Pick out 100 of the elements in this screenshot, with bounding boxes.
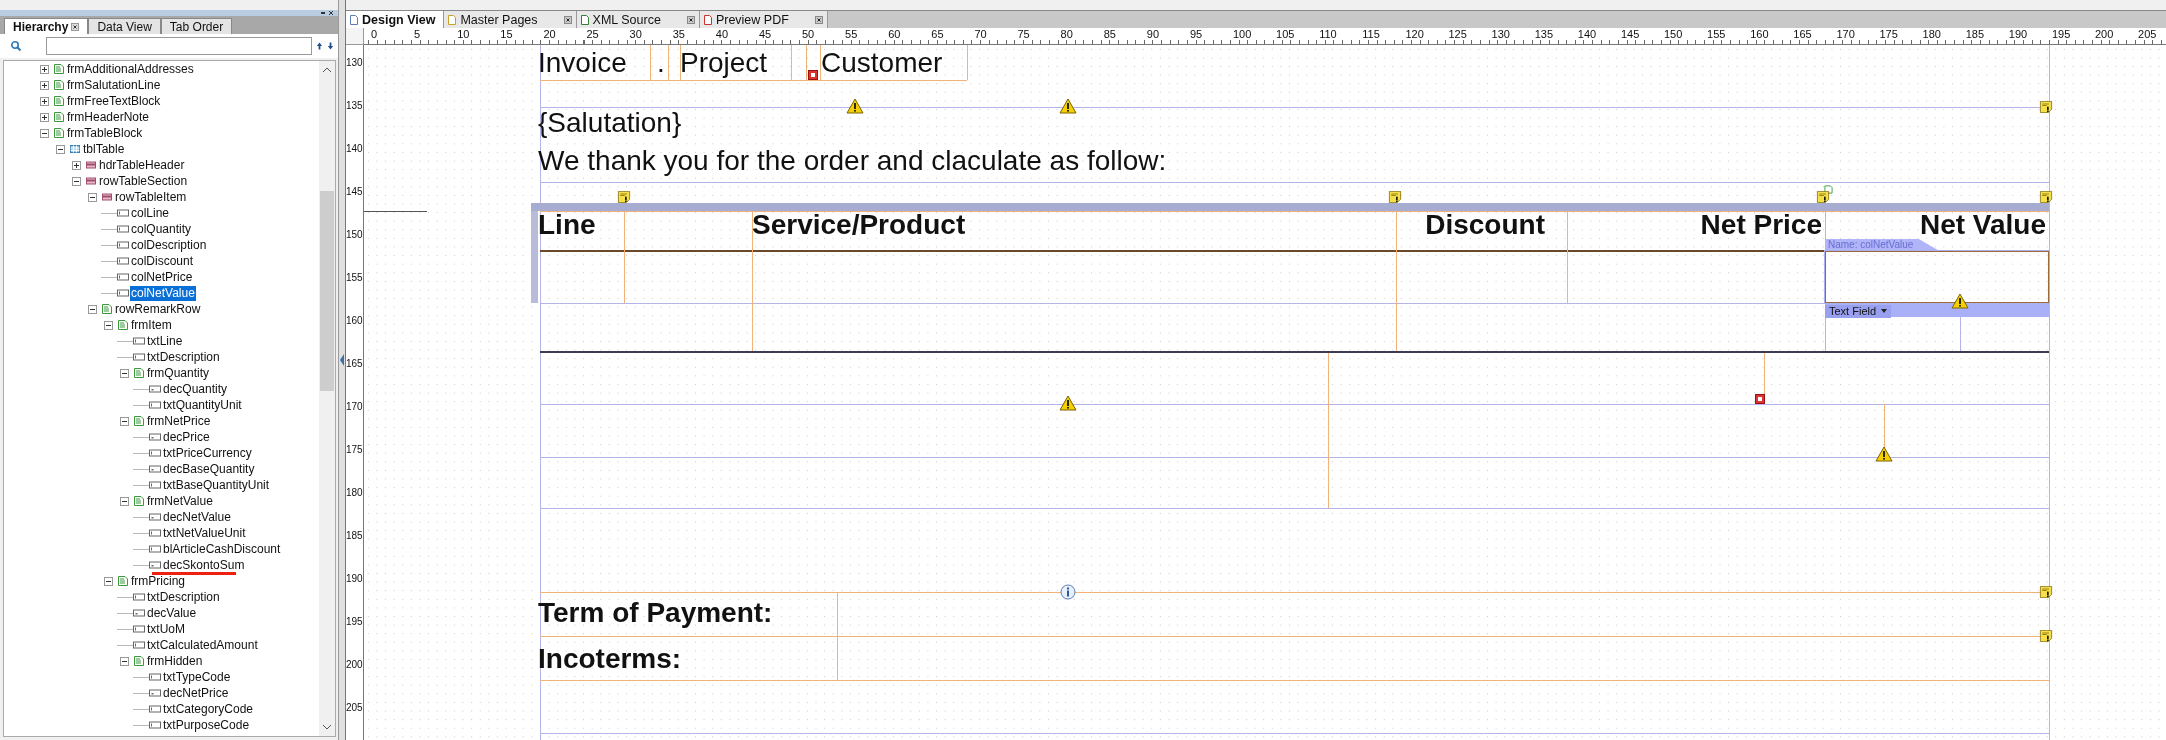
expand-toggle[interactable] (40, 96, 49, 106)
column-header[interactable]: Line (538, 212, 624, 238)
column-header[interactable]: Net Price (1567, 212, 1822, 238)
scroll-up-icon[interactable] (322, 67, 332, 73)
tree-item[interactable]: frmFreeTextBlock (66, 93, 162, 109)
tree-item[interactable]: txtUoM (146, 621, 186, 637)
tree-item[interactable]: decNetValue (162, 509, 232, 525)
column-header[interactable]: Service/Product (752, 212, 1352, 238)
expand-toggle[interactable] (120, 416, 129, 426)
search-field[interactable] (46, 37, 312, 55)
tree-item[interactable]: frmHeaderNote (66, 109, 151, 125)
expand-toggle[interactable] (40, 112, 49, 122)
expand-toggle[interactable] (120, 656, 129, 666)
tree-item[interactable]: hdrTableHeader (98, 157, 186, 173)
expand-toggle[interactable] (72, 176, 81, 186)
expand-toggle[interactable] (120, 496, 129, 506)
tree-item[interactable]: tblTable (82, 141, 126, 157)
label-text[interactable]: Term of Payment: (538, 596, 773, 630)
tree-item[interactable]: colQuantity (130, 221, 193, 237)
expand-toggle[interactable] (104, 576, 113, 586)
note-warning-icon[interactable] (617, 191, 631, 203)
editor-tab[interactable]: XML Source (576, 11, 700, 28)
editor-tab[interactable]: Design View (346, 11, 445, 28)
expand-toggle[interactable] (56, 144, 65, 154)
field-type-bar[interactable]: Text Field (1825, 304, 2049, 317)
text-field[interactable]: Invoice (538, 46, 627, 79)
tree-item[interactable]: frmNetPrice (146, 413, 212, 429)
expand-toggle[interactable] (88, 304, 97, 314)
close-icon[interactable] (686, 15, 695, 24)
info-icon[interactable] (1060, 584, 1076, 600)
text-field[interactable]: Project (680, 46, 768, 79)
tree-item[interactable]: decPrice (162, 429, 211, 445)
field-type-dropdown[interactable]: Text Field (1825, 304, 1892, 318)
tree-item[interactable]: txtDescription (146, 589, 221, 605)
tree-item[interactable]: txtNetValueUnit (162, 525, 247, 541)
intro-text[interactable]: We thank you for the order and claculate as follow: (538, 145, 1167, 177)
tree-item[interactable]: txtLine (146, 333, 184, 349)
tree-item[interactable]: rowTableSection (98, 173, 189, 189)
tree-item[interactable]: frmPricing (130, 573, 186, 589)
tree-item[interactable]: frmAdditionalAddresses (66, 61, 195, 77)
panel-tab[interactable]: Hierarchy (4, 18, 89, 34)
tree-item[interactable]: frmQuantity (146, 365, 210, 381)
tree-item[interactable]: decValue (146, 605, 198, 621)
scroll-thumb[interactable] (320, 191, 334, 391)
text-field[interactable]: . (657, 46, 665, 79)
column-header[interactable]: Discount (1396, 212, 1545, 238)
column-header[interactable]: Net Value (1825, 212, 2046, 238)
panel-tab[interactable]: Tab Order (160, 18, 233, 34)
tree-item[interactable]: txtPriceCurrency (162, 445, 253, 461)
error-marker-icon[interactable] (1755, 394, 1765, 404)
up-arrow-icon[interactable] (316, 41, 323, 51)
close-icon[interactable] (563, 15, 572, 24)
warning-icon[interactable] (1875, 446, 1893, 462)
warning-icon[interactable] (1059, 98, 1077, 114)
close-icon[interactable] (814, 15, 823, 24)
note-warning-icon[interactable] (2039, 586, 2053, 598)
scrollbar[interactable] (319, 61, 335, 736)
expand-toggle[interactable] (40, 64, 49, 74)
down-arrow-icon[interactable] (327, 41, 334, 51)
tree-item[interactable]: colDescription (130, 237, 208, 253)
expand-toggle[interactable] (88, 192, 97, 202)
panel-tab[interactable]: Data View (88, 18, 161, 34)
error-marker-icon[interactable] (808, 70, 818, 80)
tree-item[interactable]: rowTableItem (114, 189, 188, 205)
tree-item[interactable]: decBaseQuantity (162, 461, 256, 477)
tree-item[interactable]: txtCalculatedAmount (146, 637, 259, 653)
tree-item[interactable]: frmHidden (146, 653, 204, 669)
tree-item[interactable]: colLine (130, 205, 171, 221)
tree-item[interactable]: txtPurposeCode (162, 717, 251, 733)
row-handle[interactable] (531, 211, 538, 303)
tree-item[interactable]: frmTableBlock (66, 125, 144, 141)
close-icon[interactable] (328, 10, 334, 16)
note-warning-icon[interactable] (2039, 191, 2053, 203)
tree-item[interactable]: txtCategoryCode (162, 701, 255, 717)
expand-toggle[interactable] (120, 368, 129, 378)
note-warning-icon[interactable] (2039, 101, 2053, 113)
warning-icon[interactable] (846, 98, 864, 114)
close-icon[interactable] (71, 22, 80, 31)
note-warning-icon[interactable] (1816, 191, 1830, 203)
tree-item[interactable]: blArticleCashDiscount (162, 541, 282, 557)
expand-toggle[interactable] (104, 320, 113, 330)
tree-item[interactable]: txtBaseQuantityUnit (162, 477, 271, 493)
tree-item[interactable]: decSkontoSum (162, 557, 246, 573)
tree-item[interactable]: colDiscount (130, 253, 195, 269)
tree-item[interactable]: decNetPrice (162, 685, 230, 701)
tree-item[interactable]: txtQuantityUnit (162, 397, 243, 413)
note-warning-icon[interactable] (2039, 630, 2053, 642)
tree-item[interactable]: frmNetValue (146, 493, 214, 509)
design-canvas[interactable]: Invoice . Project Customer {Salutation} We thank you for the order and claculate as follow: Line Service/Product Discount Net Price Net Value Name: colNetValue Text Field Term of Payment: Incoterms: (364, 45, 2166, 740)
text-field[interactable]: Customer (821, 46, 943, 79)
tree-item[interactable]: decQuantity (162, 381, 229, 397)
tree-item[interactable]: colNetPrice (130, 269, 194, 285)
editor-tab[interactable]: Preview PDF (699, 11, 828, 28)
tree-item[interactable]: txtTypeCode (162, 669, 232, 685)
expand-toggle[interactable] (40, 80, 49, 90)
expand-toggle[interactable] (72, 160, 81, 170)
collapse-arrow-icon[interactable] (339, 352, 345, 368)
scroll-down-icon[interactable] (322, 724, 332, 730)
label-text[interactable]: Incoterms: (538, 642, 682, 676)
warning-icon[interactable] (1951, 293, 1969, 309)
